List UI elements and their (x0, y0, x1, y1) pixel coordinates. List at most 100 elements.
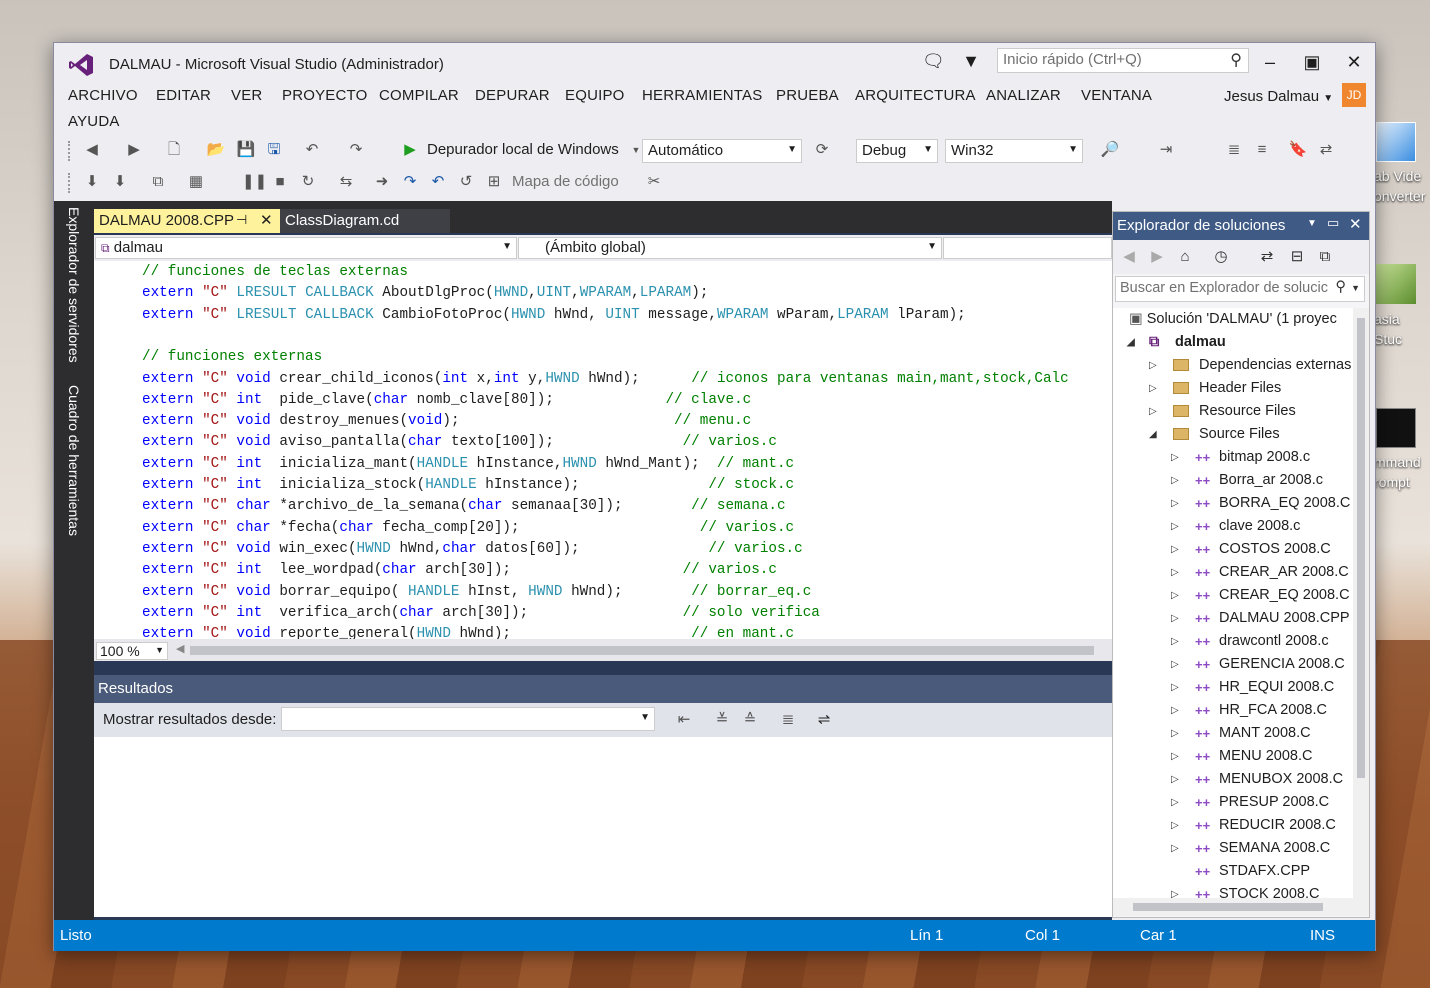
collapsed-icon[interactable]: ▷ (1171, 676, 1179, 699)
command-prompt-icon[interactable] (1376, 408, 1416, 448)
collapsed-icon[interactable]: ▷ (1171, 446, 1179, 469)
prev-message-icon[interactable]: ≚ (712, 710, 732, 730)
indent-icon[interactable]: ≣ (1224, 140, 1244, 160)
collapsed-icon[interactable]: ▷ (1171, 492, 1179, 515)
scope-nav-select[interactable]: (Ámbito global) ▼ (518, 237, 942, 259)
expanded-icon[interactable]: ◢ (1149, 423, 1157, 446)
collapsed-icon[interactable]: ▷ (1171, 561, 1179, 584)
collapsed-icon[interactable]: ▷ (1171, 653, 1179, 676)
video-converter-icon[interactable] (1376, 122, 1416, 162)
minimize-button[interactable]: ‒ (1250, 49, 1290, 75)
collapsed-icon[interactable]: ▷ (1171, 722, 1179, 745)
collapsed-icon[interactable]: ▷ (1171, 745, 1179, 768)
code-line[interactable]: extern "C" int inicializa_stock(HANDLE h… (142, 475, 794, 496)
menu-editar[interactable]: EDITAR (156, 87, 211, 104)
collapsed-icon[interactable]: ▷ (1171, 607, 1179, 630)
toolbox-tab[interactable]: Cuadro de herramientas (66, 385, 82, 536)
collapsed-icon[interactable]: ▷ (1171, 791, 1179, 814)
build-icon[interactable]: ⬇ (82, 172, 102, 192)
menu-ayuda[interactable]: AYUDA (68, 113, 120, 130)
close-icon[interactable]: ✕ (260, 211, 273, 229)
bookmark-icon[interactable]: 🔖 (1288, 140, 1308, 160)
code-line[interactable]: extern "C" int inicializa_mant(HANDLE hI… (142, 454, 794, 475)
project-nav-select[interactable]: ⧉ dalmau ▼ (95, 237, 517, 259)
code-map-button[interactable]: Mapa de código (512, 173, 619, 190)
collapsed-icon[interactable]: ▷ (1171, 837, 1179, 860)
close-panel-icon[interactable]: ✕ (1349, 215, 1362, 233)
home-icon[interactable]: ⌂ (1175, 247, 1195, 267)
step-over-icon[interactable]: ↷ (400, 172, 420, 192)
goto-message-icon[interactable]: ⇤ (674, 710, 694, 730)
code-line[interactable]: extern "C" int pide_clave(char nomb_clav… (142, 390, 751, 411)
outdent-icon[interactable]: ≡ (1252, 140, 1272, 160)
menu-prueba[interactable]: PRUEBA (776, 87, 839, 104)
rebuild-icon[interactable]: ⬇ (110, 172, 130, 192)
save-all-icon[interactable]: 🖫 (264, 140, 284, 160)
scroll-thumb[interactable] (190, 646, 1094, 655)
collapsed-icon[interactable]: ▷ (1171, 699, 1179, 722)
step-icon[interactable]: ⇥ (1156, 140, 1176, 160)
pending-changes-icon[interactable]: ◷ (1211, 247, 1231, 267)
code-line[interactable]: extern "C" char *archivo_de_la_semana(ch… (142, 496, 786, 517)
menu-ventana[interactable]: VENTANA (1081, 87, 1152, 104)
tools-icon[interactable]: ✂ (644, 172, 664, 192)
menu-ver[interactable]: VER (231, 87, 262, 104)
tab-class-diagram[interactable]: ClassDiagram.cd (280, 209, 450, 233)
code-line[interactable]: extern "C" void crear_child_iconos(int x… (142, 369, 1069, 390)
avatar[interactable]: JD (1342, 83, 1366, 107)
server-explorer-tab[interactable]: Explorador de servidores (66, 207, 82, 363)
step-out-icon[interactable]: ↶ (428, 172, 448, 192)
collapsed-icon[interactable]: ▷ (1171, 584, 1179, 607)
new-project-icon[interactable]: 🗋 (164, 140, 184, 160)
code-line[interactable]: extern "C" void win_exec(HWND hWnd,char … (142, 539, 803, 560)
collapsed-icon[interactable]: ▷ (1171, 814, 1179, 837)
code-line[interactable]: extern "C" LRESULT CALLBACK CambioFotoPr… (142, 305, 966, 326)
step-into-icon[interactable]: ➜ (372, 172, 392, 192)
show-next-icon[interactable]: ⇆ (336, 172, 356, 192)
tree-scroll-thumb[interactable] (1357, 318, 1365, 778)
solution-node[interactable]: ▣ Solución 'DALMAU' (1 proyec (1129, 308, 1337, 331)
code-line[interactable]: extern "C" void destroy_menues(void); //… (142, 411, 751, 432)
maximize-panel-icon[interactable]: ▭ (1327, 215, 1339, 231)
quick-launch-input[interactable]: Inicio rápido (Ctrl+Q) ⚲ (997, 48, 1249, 73)
splitter[interactable] (94, 661, 1112, 675)
solution-explorer-header[interactable]: Explorador de soluciones ▼ ▭ ✕ (1113, 212, 1369, 240)
collapsed-icon[interactable]: ▷ (1171, 538, 1179, 561)
code-line[interactable]: extern "C" int verifica_arch(char arch[3… (142, 603, 820, 624)
next-message-icon[interactable]: ≙ (740, 710, 760, 730)
results-panel-header[interactable]: Resultados (94, 675, 1112, 703)
collapsed-icon[interactable]: ▷ (1171, 515, 1179, 538)
filter-icon[interactable]: ▼ (960, 51, 982, 73)
code-line[interactable]: extern "C" char *fecha(char fecha_comp[2… (142, 518, 794, 539)
stop-icon[interactable]: ■ (270, 172, 290, 192)
title-bar[interactable]: DALMAU - Microsoft Visual Studio (Admini… (54, 43, 1375, 83)
find-in-files-icon[interactable]: 🔎 (1100, 140, 1120, 160)
menu-depurar[interactable]: DEPURAR (475, 87, 550, 104)
menu-equipo[interactable]: EQUIPO (565, 87, 625, 104)
collapsed-icon[interactable]: ▷ (1149, 354, 1157, 377)
feedback-icon[interactable]: 🗨 (922, 51, 945, 73)
menu-proyecto[interactable]: PROYECTO (282, 87, 368, 104)
tree-hscroll-thumb[interactable] (1133, 903, 1323, 911)
sync-icon[interactable]: ⇄ (1257, 247, 1277, 267)
code-map-icon[interactable]: ⊞ (484, 172, 504, 192)
menu-herramientas[interactable]: HERRAMIENTAS (642, 87, 762, 104)
open-icon[interactable]: 📂 (206, 140, 226, 160)
debugger-button[interactable]: Depurador local de Windows (427, 141, 619, 158)
collapsed-icon[interactable]: ▷ (1149, 377, 1157, 400)
undo-icon[interactable]: ↶ (302, 140, 322, 160)
camtasia-icon[interactable] (1376, 264, 1416, 304)
build-config-select[interactable]: Debug ▼ (856, 139, 938, 163)
output-source-select[interactable]: ▼ (281, 707, 655, 731)
tree-vertical-scrollbar[interactable] (1353, 308, 1369, 898)
forward-icon[interactable]: ▶ (124, 140, 144, 160)
code-editor[interactable]: // funciones de teclas externas extern "C… (94, 261, 1112, 639)
bookmark-next-icon[interactable]: ⇄ (1316, 140, 1336, 160)
collapsed-icon[interactable]: ▷ (1171, 469, 1179, 492)
code-line[interactable]: extern "C" void aviso_pantalla(char text… (142, 432, 777, 453)
stack-icon[interactable]: ▦ (186, 172, 206, 192)
refresh-icon[interactable]: ⟳ (812, 140, 832, 160)
back-icon[interactable]: ◀ (82, 140, 102, 160)
chevron-down-icon[interactable]: ▼ (1307, 218, 1317, 229)
results-output[interactable] (94, 737, 1112, 917)
